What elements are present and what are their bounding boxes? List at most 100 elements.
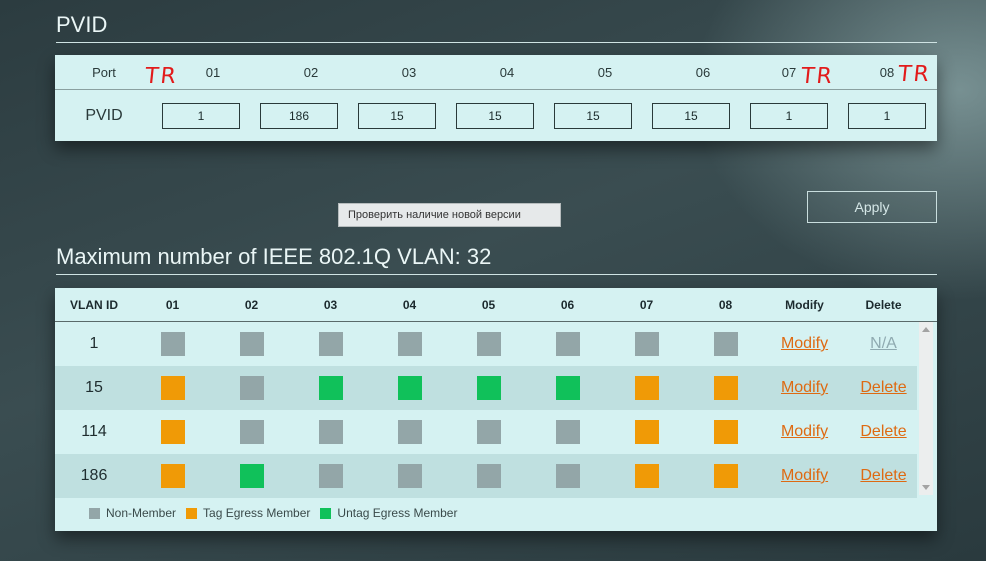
pvid-input-02[interactable]: 186 [260,102,338,129]
port-01-cell [133,410,212,454]
table-scrollbar[interactable] [919,322,933,495]
membership-untag-square [476,376,501,400]
non-member-swatch [89,507,100,519]
pvid-title: PVID [56,12,937,43]
port-06-header: 06 [695,64,711,80]
membership-non-square [239,332,264,356]
col-port-08: 08 [718,297,733,312]
port-04-header: 04 [499,64,515,80]
port-07-cell [607,366,686,410]
membership-tag-square [634,420,659,444]
port-04-cell [370,322,449,366]
update-check-tooltip: Проверить наличие новой версии [338,203,561,227]
port-02-header: 02 [303,64,319,80]
legend-non-member-label: Non-Member [106,506,177,520]
pvid-row-label: PVID [85,106,123,124]
col-port-05: 05 [481,297,496,312]
vlan-max-title: Maximum number of IEEE 802.1Q VLAN: 32 [56,244,937,275]
pvid-input-06[interactable]: 15 [652,102,730,129]
membership-non-square [318,332,343,356]
legend-untag-egress: Untag Egress Member [320,506,457,520]
port-08-cell [686,322,765,366]
vlan-id-cell: 114 [81,423,107,440]
col-port-01: 01 [165,297,180,312]
membership-non-square [318,464,343,488]
vlan-table-header: VLAN ID 01 02 03 04 05 06 07 08 Modify D… [55,288,937,322]
delete-link[interactable]: Delete [860,467,906,485]
port-02-cell [212,454,291,498]
modify-link[interactable]: Modify [781,379,828,397]
apply-button[interactable]: Apply [807,191,937,223]
untag-egress-swatch [320,507,332,519]
membership-tag-square [713,464,738,488]
modify-link[interactable]: Modify [781,423,828,441]
tr-annotation-3: TR [896,62,933,87]
port-08-cell [686,410,765,454]
port-01-header: 01 [205,64,221,80]
pvid-input-04[interactable]: 15 [456,102,534,129]
port-01-cell [133,322,212,366]
port-07-cell [607,322,686,366]
pvid-input-03[interactable]: 15 [358,102,436,129]
delete-cell: Delete [844,410,923,454]
membership-untag-square [318,376,343,400]
vlan-id-cell: 186 [80,467,108,484]
tr-annotation-1: TR [143,64,180,89]
membership-tag-square [634,464,659,488]
port-05-header: 05 [597,64,613,80]
port-03-header: 03 [401,64,417,80]
membership-non-square [476,332,501,356]
pvid-values-row: PVID 1 186 15 15 15 15 1 1 [55,90,937,141]
port-08-cell [686,454,765,498]
membership-non-square [476,420,501,444]
port-08-cell [686,366,765,410]
port-03-cell [291,366,370,410]
delete-cell: Delete [844,454,923,498]
port-03-cell [291,454,370,498]
membership-non-square [318,420,343,444]
delete-link[interactable]: Delete [860,423,906,441]
vlan-id-cell: 1 [89,335,99,352]
port-05-cell [449,454,528,498]
modify-link[interactable]: Modify [781,467,828,485]
port-03-cell [291,410,370,454]
vlan-row: 1 Modify N/A [55,322,917,366]
membership-non-square [397,420,422,444]
col-port-02: 02 [244,297,259,312]
membership-non-square [555,420,580,444]
delete-cell: N/A [844,322,923,366]
pvid-input-05[interactable]: 15 [554,102,632,129]
delete-link[interactable]: Delete [860,379,906,397]
scroll-up-arrow-icon[interactable] [922,327,930,332]
pvid-input-08[interactable]: 1 [848,102,926,129]
port-03-cell [291,322,370,366]
modify-cell: Modify [765,366,844,410]
delete-na-link: N/A [870,335,897,352]
membership-tag-square [160,464,185,488]
col-port-06: 06 [560,297,575,312]
port-01-cell [133,454,212,498]
port-04-cell [370,454,449,498]
modify-cell: Modify [765,322,844,366]
vlan-id-cell: 15 [85,379,103,396]
port-06-cell [528,410,607,454]
modify-link[interactable]: Modify [781,335,828,353]
legend-tag-egress-label: Tag Egress Member [203,506,311,520]
port-header-label: Port [92,64,116,80]
membership-non-square [555,332,580,356]
col-vlan-id: VLAN ID [70,297,118,312]
legend-tag-egress: Tag Egress Member [186,506,310,520]
vlan-row: 186 Modify Delete [55,454,917,498]
legend-untag-egress-label: Untag Egress Member [337,506,458,520]
scroll-down-arrow-icon[interactable] [922,485,930,490]
port-05-cell [449,366,528,410]
modify-cell: Modify [765,410,844,454]
tr-annotation-2: TR [799,64,836,89]
port-02-cell [212,410,291,454]
pvid-input-07[interactable]: 1 [750,102,828,129]
pvid-input-01[interactable]: 1 [162,102,240,129]
membership-untag-square [397,376,422,400]
port-05-cell [449,322,528,366]
membership-non-square [397,464,422,488]
membership-tag-square [160,376,185,400]
